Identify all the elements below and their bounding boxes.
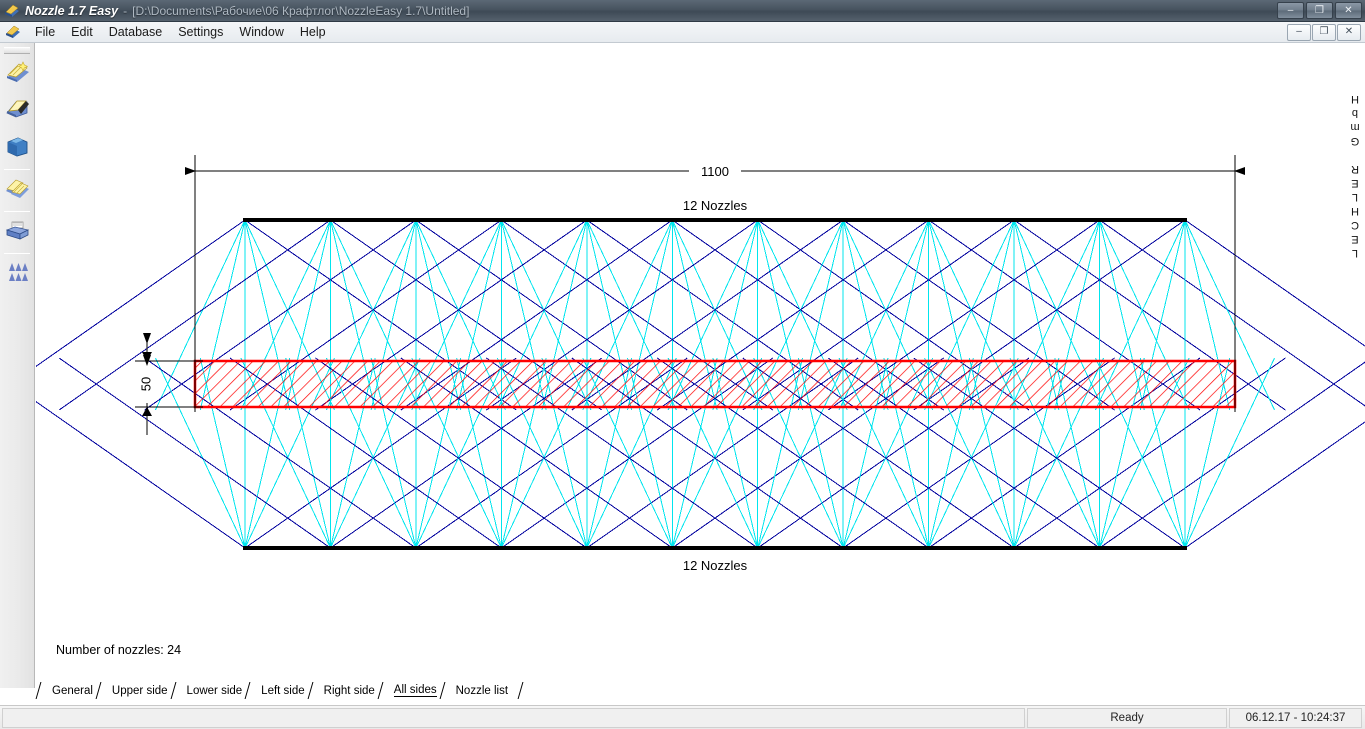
window-title-bar[interactable]: Nozzle 1.7 Easy - [D:\Documents\Рабочие\… — [0, 0, 1365, 22]
mdi-child-controls: – ❐ ✕ — [1287, 23, 1361, 41]
toolbar-button-open[interactable] — [2, 94, 33, 129]
toolbar-button-print[interactable] — [2, 215, 33, 250]
mdi-close-button[interactable]: ✕ — [1337, 23, 1361, 41]
toolbar-grip[interactable] — [4, 47, 30, 54]
status-main-panel — [2, 707, 1025, 728]
drawing-canvas[interactable]: 1100 50 12 Nozzles 12 Nozzles LECHLER GmbH … — [36, 43, 1365, 681]
menu-item-file[interactable]: File — [27, 23, 63, 41]
menu-bar: File Edit Database Settings Window Help … — [0, 22, 1365, 43]
toolbar-button-save[interactable] — [2, 131, 33, 166]
window-close-button[interactable]: ✕ — [1335, 2, 1362, 19]
tab-label: Lower side — [186, 684, 243, 697]
tab-lower-side[interactable]: Lower side — [176, 682, 252, 699]
tab-label: Nozzle list — [455, 684, 509, 697]
svg-text:12 Nozzles: 12 Nozzles — [683, 558, 748, 573]
svg-text:12 Nozzles: 12 Nozzles — [683, 198, 748, 213]
nozzle-count-label: Number of nozzles: 24 — [56, 643, 182, 657]
nozzle-layout-drawing: 1100 50 12 Nozzles 12 Nozzles — [36, 155, 1365, 573]
print-icon — [4, 217, 31, 249]
tab-label: All sides — [393, 684, 437, 697]
toolbar-button-copy[interactable] — [2, 173, 33, 208]
tab-label: Left side — [261, 684, 305, 697]
save-icon — [4, 133, 31, 165]
mdi-document-icon[interactable] — [5, 24, 21, 40]
tab-upper-side[interactable]: Upper side — [101, 682, 177, 699]
tab-label: Right side — [323, 684, 375, 697]
window-minimize-button[interactable]: – — [1277, 2, 1304, 19]
status-ready-panel: Ready — [1027, 707, 1227, 728]
tab-label: General — [52, 684, 93, 697]
tab-all-sides[interactable]: All sides — [383, 682, 446, 699]
menu-item-help[interactable]: Help — [292, 23, 334, 41]
tab-right-side[interactable]: Right side — [313, 682, 384, 699]
window-controls: – ❐ ✕ — [1277, 2, 1362, 19]
toolbar-separator-3 — [4, 253, 30, 254]
tab-label: Upper side — [111, 684, 168, 697]
nozzles-icon — [4, 259, 31, 291]
menu-item-edit[interactable]: Edit — [63, 23, 101, 41]
left-toolbar — [0, 43, 35, 688]
window-restore-button[interactable]: ❐ — [1306, 2, 1333, 19]
tab-left-side[interactable]: Left side — [251, 682, 314, 699]
copy-documents-icon — [4, 175, 31, 207]
svg-text:50: 50 — [138, 377, 153, 391]
toolbar-separator-2 — [4, 211, 30, 212]
window-title-separator: - — [123, 3, 128, 18]
svg-text:1100: 1100 — [701, 164, 729, 179]
new-document-icon — [4, 59, 31, 91]
window-title: Nozzle 1.7 Easy — [25, 3, 119, 18]
status-datetime: 06.12.17 - 10:24:37 — [1229, 707, 1362, 728]
mdi-restore-button[interactable]: ❐ — [1312, 23, 1336, 41]
app-icon — [4, 3, 20, 19]
toolbar-button-new[interactable] — [2, 57, 33, 92]
tab-strip: General Upper side Lower side Left side … — [36, 681, 1365, 699]
lechler-watermark: LECHLER GmbH — [1349, 91, 1361, 259]
menu-item-database[interactable]: Database — [101, 23, 171, 41]
open-folder-icon — [4, 96, 31, 128]
mdi-minimize-button[interactable]: – — [1287, 23, 1311, 41]
menu-item-window[interactable]: Window — [231, 23, 291, 41]
toolbar-separator-1 — [4, 169, 30, 170]
toolbar-button-nozzles[interactable] — [2, 257, 33, 292]
status-bar: Ready 06.12.17 - 10:24:37 — [0, 705, 1365, 729]
tab-general[interactable]: General — [42, 682, 102, 699]
menu-item-settings[interactable]: Settings — [170, 23, 231, 41]
window-document-path: [D:\Documents\Рабочие\06 Крафтлог\Nozzle… — [132, 3, 470, 18]
tab-nozzle-list[interactable]: Nozzle list — [445, 682, 518, 699]
